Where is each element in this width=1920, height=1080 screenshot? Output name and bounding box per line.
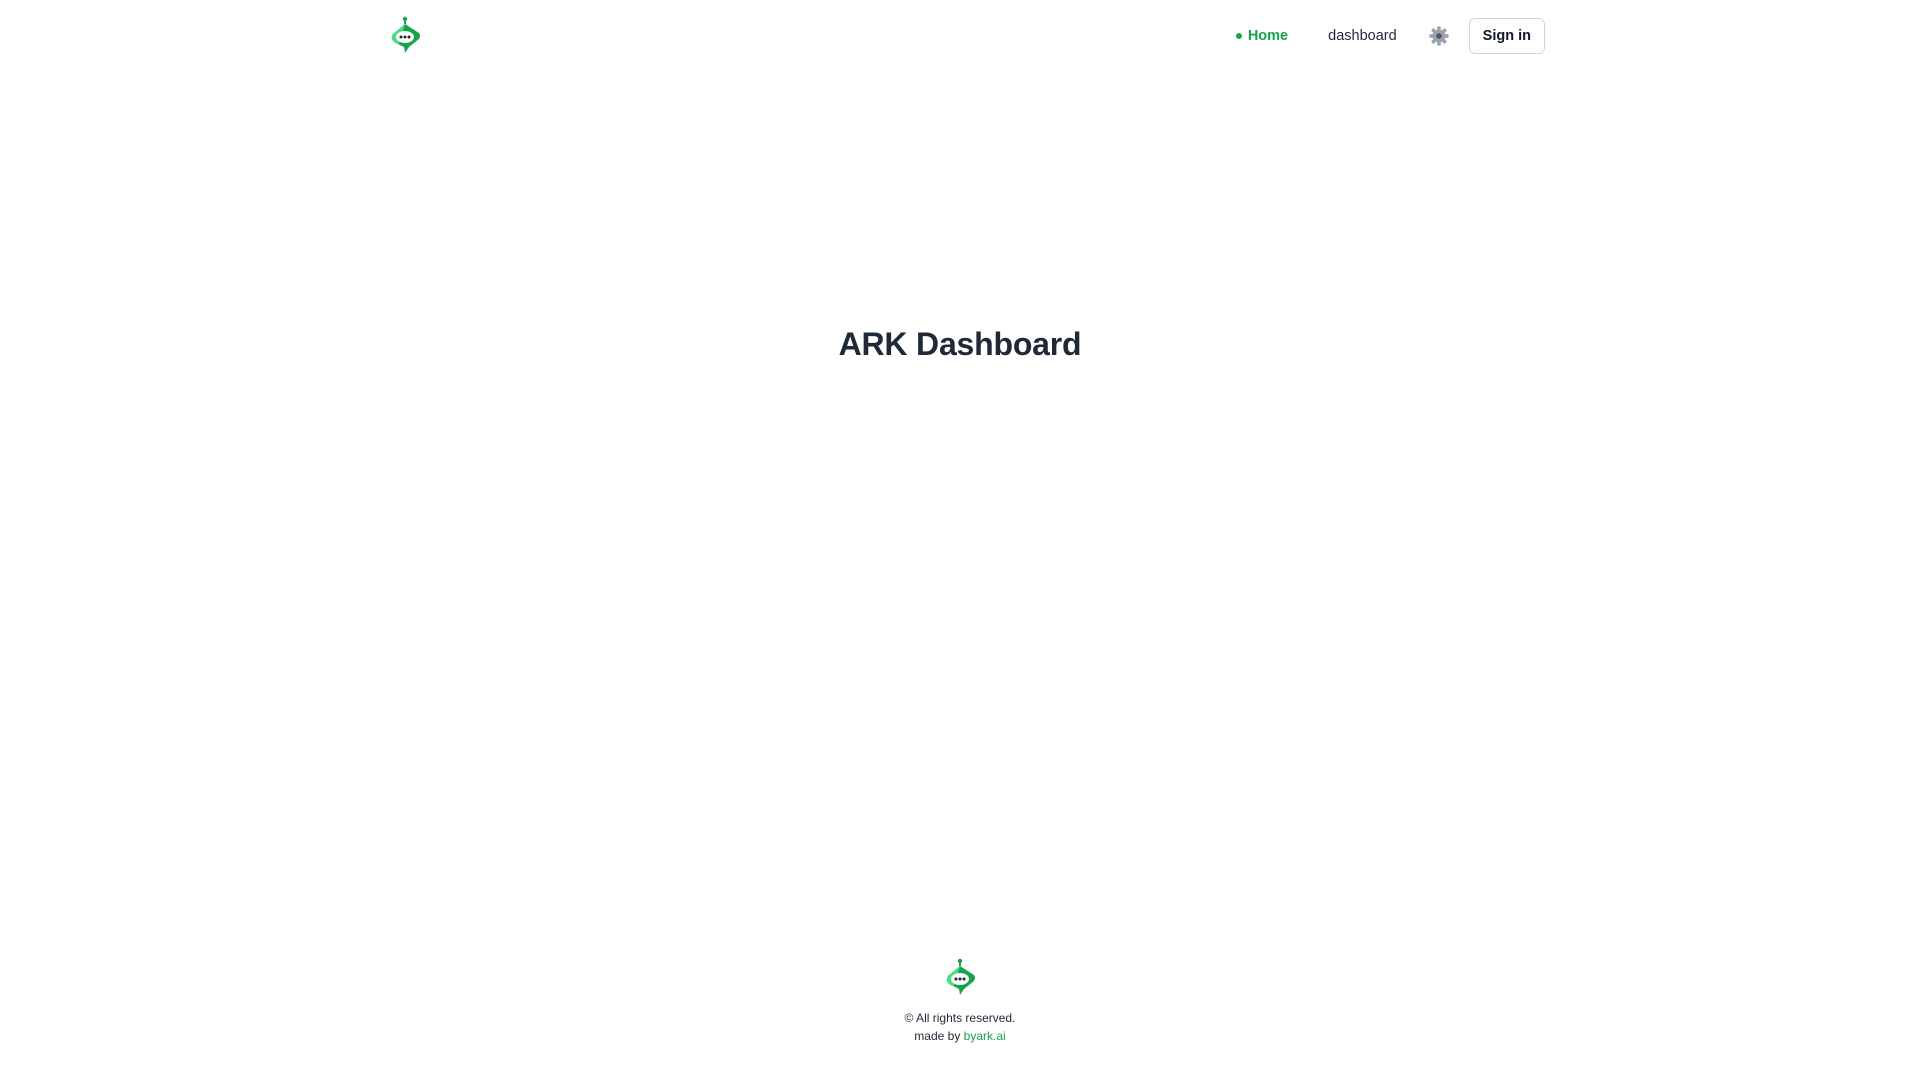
footer-logo (942, 958, 978, 1003)
active-dot (1235, 33, 1242, 39)
home-logo-link[interactable] (387, 16, 423, 56)
nav-home-label: Home (1247, 28, 1289, 44)
header-inner: Home dashboard Sign in (387, 0, 1545, 72)
nav-home-link[interactable]: Home (1235, 28, 1289, 44)
sign-in-button[interactable]: Sign in (1468, 18, 1545, 54)
robot-chat-logo-icon (946, 958, 975, 995)
settings-button[interactable] (1427, 24, 1451, 48)
footer-made-by: made by byark.ai (914, 1027, 1005, 1045)
top-header: Home dashboard Sign in (0, 0, 1920, 72)
main-nav: Home dashboard Sign in (1235, 18, 1545, 54)
page-title: ARK Dashboard (838, 326, 1082, 362)
footer: © All rights reserved. made by byark.ai (0, 958, 1920, 1045)
nav-dashboard-link[interactable]: dashboard (1328, 28, 1397, 44)
footer-copyright: © All rights reserved. (904, 1011, 1016, 1025)
robot-chat-logo-icon (391, 16, 420, 53)
gear-icon (1429, 26, 1449, 46)
byark-link[interactable]: byark.ai (964, 1029, 1006, 1043)
page: Home dashboard Sign in ARK Dashboard © A… (0, 0, 1920, 1080)
made-by-prefix: made by (914, 1029, 961, 1043)
nav-dashboard-label: dashboard (1328, 28, 1397, 44)
